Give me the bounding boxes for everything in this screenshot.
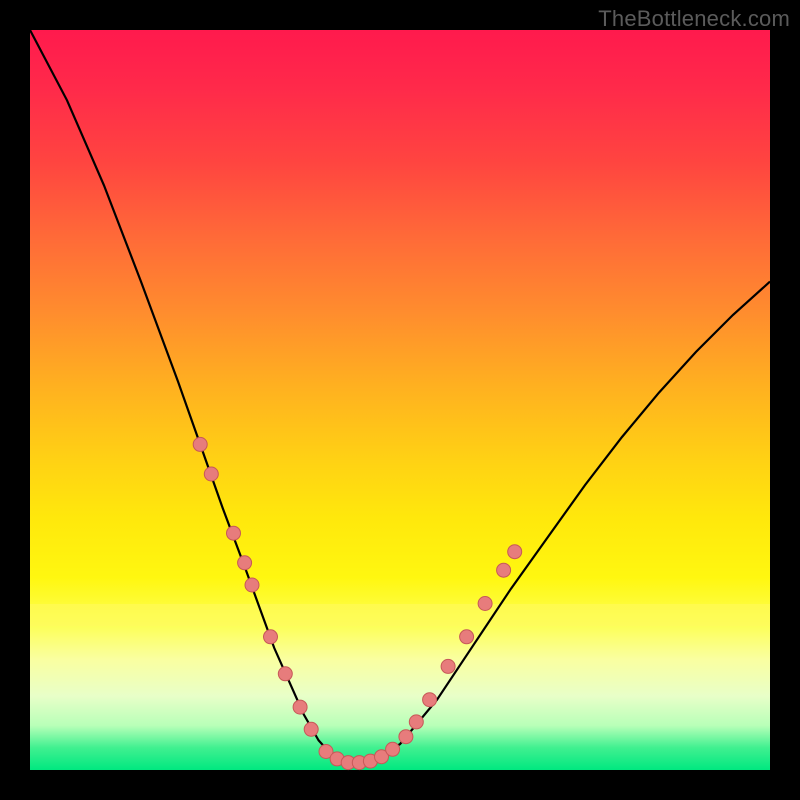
data-dot [386,742,400,756]
data-dot [460,630,474,644]
watermark-text: TheBottleneck.com [598,6,790,32]
chart-svg [30,30,770,770]
data-dot [238,556,252,570]
bottleneck-curve [30,30,770,763]
data-dot [409,715,423,729]
dot-cluster-bottom [319,742,400,769]
data-dot [193,437,207,451]
dot-cluster-left [193,437,318,736]
chart-frame: TheBottleneck.com [0,0,800,800]
dot-cluster-right [399,545,522,744]
data-dot [227,526,241,540]
data-dot [423,693,437,707]
data-dot [508,545,522,559]
data-dot [293,700,307,714]
data-dot [264,630,278,644]
data-dot [497,563,511,577]
data-dot [204,467,218,481]
data-dot [399,730,413,744]
data-dot [478,597,492,611]
data-dot [245,578,259,592]
data-dot [441,659,455,673]
data-dot [278,667,292,681]
data-dot [304,722,318,736]
